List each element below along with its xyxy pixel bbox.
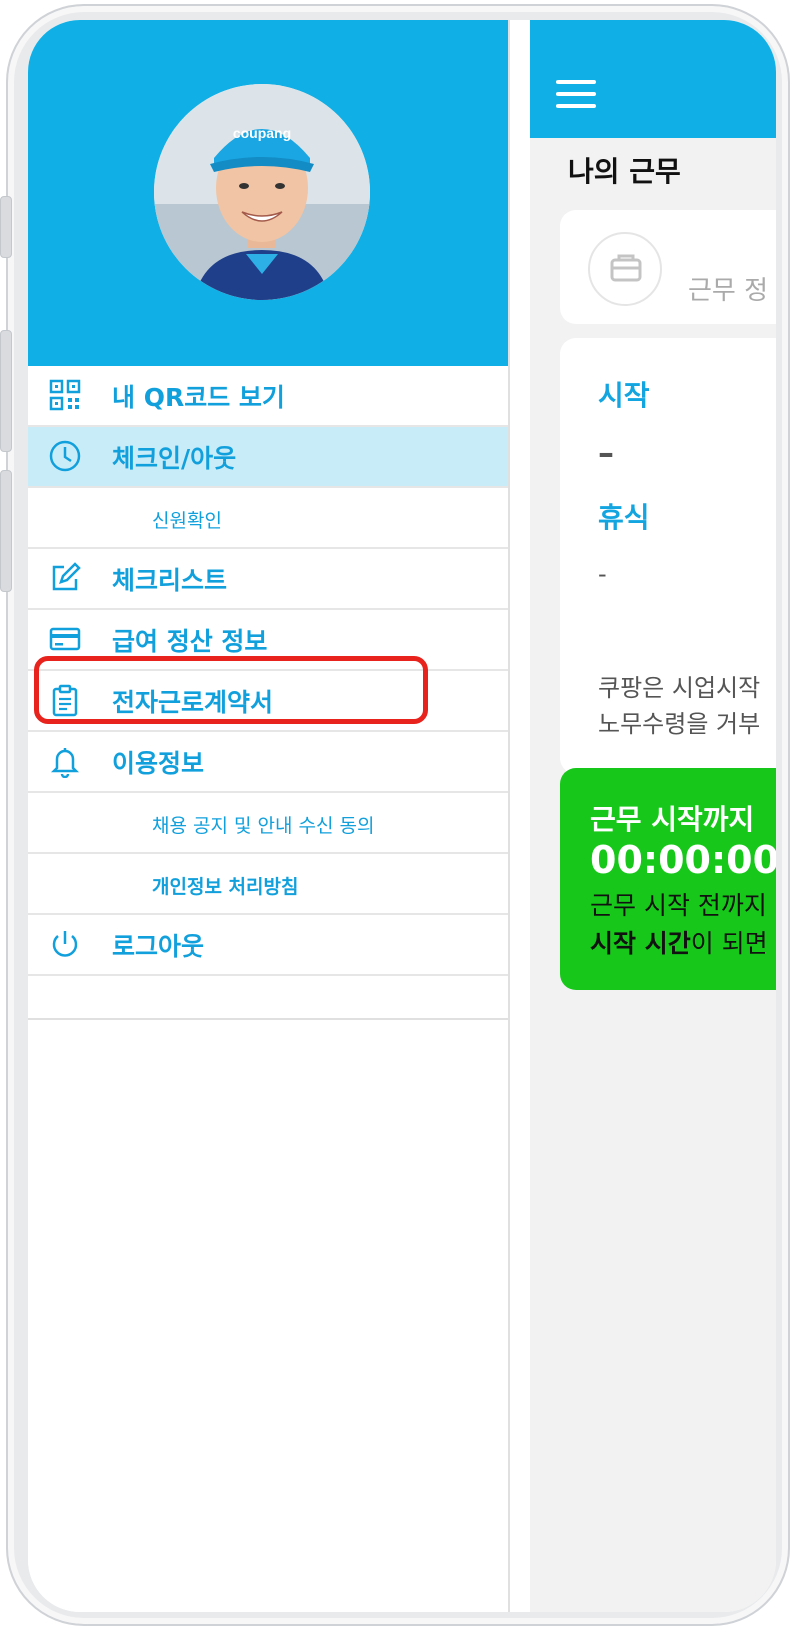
bell-icon bbox=[50, 748, 80, 778]
menu-item-label: 신원확인 bbox=[152, 510, 222, 532]
countdown-line-2: 시작 시간이 되면 bbox=[590, 924, 768, 960]
top-app-bar bbox=[530, 20, 776, 138]
menu-item-usage-info[interactable]: 이용정보 bbox=[28, 732, 508, 793]
notice-line-2: 노무수령을 거부 bbox=[598, 710, 761, 738]
countdown-start-time-bold: 시작 시간 bbox=[590, 929, 691, 958]
work-time-card: 시작 – 휴식 - 쿠팡은 시업시작 노무수령을 거부 bbox=[560, 338, 776, 774]
notice-text: 쿠팡은 시업시작 노무수령을 거부 bbox=[598, 670, 760, 742]
notice-line-1: 쿠팡은 시업시작 bbox=[598, 674, 761, 702]
countdown-title: 근무 시작까지 bbox=[590, 803, 755, 836]
menu-item-label: 개인정보 처리방침 bbox=[152, 876, 299, 898]
menu-item-label: 급여 정산 정보 bbox=[112, 627, 268, 656]
menu-item-logout[interactable]: 로그아웃 bbox=[28, 915, 508, 976]
countdown-line-1: 근무 시작 전까지 bbox=[590, 891, 767, 920]
highlight-box bbox=[34, 656, 428, 724]
divider bbox=[28, 1018, 508, 1020]
menu-item-privacy-policy[interactable]: 개인정보 처리방침 bbox=[28, 854, 508, 915]
phone-volume-down-button bbox=[0, 470, 12, 592]
main-panel: 나의 근무 근무 정 시작 – 휴식 - 쿠팡은 시업시작 노무수령을 거부 근… bbox=[530, 20, 776, 1612]
page-title: 나의 근무 bbox=[568, 155, 681, 188]
menu-item-label: 이용정보 bbox=[112, 749, 205, 778]
countdown-timer: 00:00:00 bbox=[590, 838, 776, 882]
power-icon bbox=[52, 931, 78, 957]
break-label: 휴식 bbox=[598, 501, 650, 534]
work-status-card: 근무 정 bbox=[560, 210, 776, 324]
menu-item-label: 채용 공지 및 안내 수신 동의 bbox=[152, 815, 375, 837]
menu-item-recruit-consent[interactable]: 채용 공지 및 안내 수신 동의 bbox=[28, 793, 508, 854]
menu-item-checklist[interactable]: 체크리스트 bbox=[28, 549, 508, 610]
edit-icon bbox=[52, 562, 81, 591]
countdown-card: 근무 시작까지 00:00:00 근무 시작 전까지 시작 시간이 되면 bbox=[560, 768, 776, 990]
avatar: coupang bbox=[154, 84, 370, 300]
phone-side-button bbox=[0, 196, 12, 258]
countdown-line-2-rest: 이 되면 bbox=[690, 929, 768, 958]
start-label: 시작 bbox=[598, 379, 650, 412]
briefcase-icon bbox=[588, 232, 662, 306]
drawer-header: coupang bbox=[28, 20, 508, 366]
hamburger-menu-icon[interactable] bbox=[556, 80, 596, 108]
menu-item-qr-code[interactable]: 내 QR코드 보기 bbox=[28, 366, 508, 427]
menu-item-label: 체크리스트 bbox=[112, 566, 228, 595]
qr-code-icon bbox=[49, 379, 81, 411]
menu-item-label: 내 QR코드 보기 bbox=[112, 383, 285, 412]
avatar-cap-logo: coupang bbox=[233, 125, 291, 141]
work-status-text: 근무 정 bbox=[688, 276, 769, 306]
start-value: – bbox=[598, 434, 614, 472]
menu-item-label: 로그아웃 bbox=[112, 932, 205, 961]
credit-card-icon bbox=[49, 627, 81, 651]
screen: 나의 근무 근무 정 시작 – 휴식 - 쿠팡은 시업시작 노무수령을 거부 근… bbox=[28, 20, 776, 1612]
phone-volume-up-button bbox=[0, 330, 12, 452]
clock-icon bbox=[49, 440, 81, 472]
menu-item-check-in-out[interactable]: 체크인/아웃 bbox=[28, 427, 508, 488]
menu-item-label: 체크인/아웃 bbox=[112, 444, 237, 473]
break-value: - bbox=[598, 560, 607, 588]
menu-item-identity-check[interactable]: 신원확인 bbox=[28, 488, 508, 549]
navigation-drawer: coupang 내 QR코드 보기 체크인/아웃 신원확인 체크리스트 급여 정… bbox=[28, 20, 510, 1612]
